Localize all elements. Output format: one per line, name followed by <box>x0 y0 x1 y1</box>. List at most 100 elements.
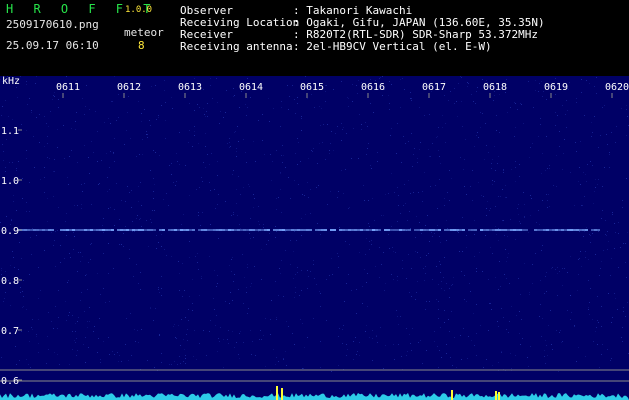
noise-speck <box>379 247 380 248</box>
y-tick-label: 1.1 <box>1 126 19 137</box>
carrier-segment <box>207 229 210 231</box>
noise-speck <box>495 170 496 171</box>
carrier-segment <box>420 229 423 231</box>
noise-speck <box>12 162 13 163</box>
noise-speck <box>339 227 340 228</box>
noise-speck <box>627 116 628 117</box>
noise-speck <box>97 161 98 162</box>
noise-speck <box>596 93 597 94</box>
noise-speck <box>183 214 184 215</box>
noise-speck <box>511 306 512 307</box>
noise-speck <box>247 313 248 314</box>
noise-speck <box>176 181 177 182</box>
observer-label: Observer <box>180 4 233 17</box>
noise-speck <box>232 257 233 258</box>
noise-speck <box>220 111 221 112</box>
noise-speck <box>529 292 530 293</box>
noise-speck <box>515 181 516 182</box>
noise-speck <box>625 316 626 317</box>
noise-speck <box>240 228 241 229</box>
noise-speck <box>586 181 587 182</box>
noise-speck <box>598 322 599 323</box>
noise-speck <box>338 256 339 257</box>
noise-speck <box>438 301 439 302</box>
noise-speck <box>559 271 560 272</box>
carrier-segment <box>432 229 435 231</box>
noise-speck <box>391 274 392 275</box>
noise-speck <box>3 151 4 152</box>
carrier-segment <box>135 229 138 231</box>
carrier-segment <box>237 229 240 231</box>
noise-speck <box>262 140 263 141</box>
noise-speck <box>265 366 266 367</box>
noise-speck <box>161 288 162 289</box>
noise-speck <box>136 264 137 265</box>
noise-speck <box>213 298 214 299</box>
noise-speck <box>339 328 340 329</box>
noise-speck <box>300 161 301 162</box>
noise-speck <box>217 283 218 284</box>
noise-speck <box>569 82 570 83</box>
carrier-segment <box>471 229 474 231</box>
noise-speck <box>579 258 580 259</box>
noise-speck <box>478 182 479 183</box>
noise-speck <box>465 139 466 140</box>
noise-speck <box>81 292 82 293</box>
noise-speck <box>76 338 77 339</box>
noise-speck <box>523 123 524 124</box>
noise-speck <box>60 262 61 263</box>
noise-speck <box>320 367 321 368</box>
noise-speck <box>142 139 143 140</box>
noise-speck <box>304 195 305 196</box>
noise-speck <box>570 319 571 320</box>
noise-speck <box>476 271 477 272</box>
noise-speck <box>426 350 427 351</box>
noise-speck <box>36 334 37 335</box>
noise-speck <box>342 329 343 330</box>
noise-speck <box>589 83 590 84</box>
noise-speck <box>194 126 195 127</box>
noise-speck <box>83 344 84 345</box>
noise-speck <box>404 89 405 90</box>
noise-speck <box>366 325 367 326</box>
noise-speck <box>576 151 577 152</box>
noise-speck <box>263 224 264 225</box>
noise-speck <box>233 214 234 215</box>
carrier-segment <box>225 229 228 231</box>
noise-speck <box>396 310 397 311</box>
noise-speck <box>229 142 230 143</box>
noise-speck <box>566 100 567 101</box>
carrier-segment <box>498 229 501 231</box>
noise-speck <box>54 171 55 172</box>
carrier-segment <box>594 229 597 231</box>
noise-speck <box>237 215 238 216</box>
noise-speck <box>504 235 505 236</box>
noise-speck <box>180 363 181 364</box>
carrier-segment <box>216 229 219 231</box>
noise-speck <box>494 181 495 182</box>
noise-speck <box>109 354 110 355</box>
carrier-segment <box>456 229 459 231</box>
noise-speck <box>372 198 373 199</box>
noise-speck <box>565 114 566 115</box>
noise-speck <box>408 180 409 181</box>
noise-speck <box>203 162 204 163</box>
noise-speck <box>391 226 392 227</box>
noise-speck <box>391 84 392 85</box>
noise-speck <box>295 113 296 114</box>
noise-speck <box>192 303 193 304</box>
noise-speck <box>368 143 369 144</box>
noise-speck <box>347 349 348 350</box>
noise-speck <box>75 331 76 332</box>
noise-speck <box>417 281 418 282</box>
noise-speck <box>313 148 314 149</box>
noise-speck <box>165 138 166 139</box>
noise-speck <box>193 356 194 357</box>
noise-speck <box>400 316 401 317</box>
location-value: : Ogaki, Gifu, JAPAN (136.60E, 35.35N) <box>293 16 545 29</box>
noise-speck <box>210 78 211 79</box>
noise-speck <box>410 98 411 99</box>
carrier-segment <box>198 229 201 231</box>
carrier-segment <box>555 229 558 231</box>
noise-speck <box>310 213 311 214</box>
